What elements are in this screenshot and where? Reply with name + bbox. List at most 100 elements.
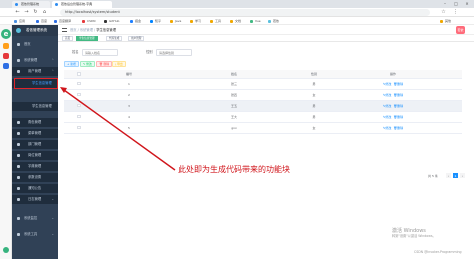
bookmark-item[interactable]: 百度翻译 [54,17,71,25]
hamburger-icon[interactable] [62,28,67,32]
breadcrumb-item[interactable]: 系统管理 [80,28,93,32]
row-checkbox[interactable] [64,89,94,101]
row-delete-button[interactable]: 🗑删除 [393,93,403,97]
sidebar-item-home[interactable]: 首页 [12,40,58,49]
table-row[interactable]: 3 王五 男 ✎修改 🗑删除 [64,100,462,112]
sidebar-item-dictionary[interactable]: 字典管理 [12,162,58,171]
sidebar-item-logs[interactable]: 日志管理 ⌄ [12,195,58,204]
cell-actions: ✎修改 🗑删除 [324,122,462,134]
row-checkbox[interactable] [64,122,94,134]
sidebar-item-system[interactable]: 系统管理 ⌃ [12,56,58,65]
table-row[interactable]: 1 张三 男 ✎修改 🗑删除 [64,78,462,90]
bookmark-item[interactable]: 学习 [190,17,201,25]
back-icon[interactable]: ← [14,9,21,16]
menu-icon[interactable]: ⋮ [452,9,459,16]
sex-select[interactable] [156,49,192,56]
row-edit-button[interactable]: ✎修改 [383,126,392,130]
row-delete-button[interactable]: 🗑删除 [393,126,403,130]
name-input[interactable] [82,49,118,56]
sidebar-item-user-management[interactable]: 用户管理 ⌃ [12,67,58,76]
cell-sex: 女 [304,89,324,101]
browser-logo-icon: e [1,29,11,39]
row-delete-button[interactable]: 🗑删除 [393,104,403,108]
sidebar-app-icon[interactable] [3,43,9,49]
delete-button[interactable]: 🗑 删除 [96,61,113,67]
tag-users[interactable]: 用户管理 [128,36,145,41]
bookmark-item[interactable]: 工具 [210,17,221,25]
cell-id: 3 [94,100,164,112]
edit-button[interactable]: ✎ 修改 [80,61,95,67]
sidebar-app-icon[interactable] [3,63,9,69]
breadcrumb-item[interactable]: 首页 [70,28,77,32]
row-delete-button[interactable]: 🗑删除 [393,82,403,86]
bookmark-item[interactable]: 知乎 [150,17,161,25]
minimize-icon[interactable]: – [440,0,450,8]
row-edit-button[interactable]: ✎修改 [383,104,392,108]
maximize-icon[interactable]: □ [451,0,461,8]
chevron-down-icon: ⌄ [51,216,54,220]
sidebar-app-icon[interactable] [3,53,9,59]
dict-icon [17,165,20,168]
sidebar-app-icon[interactable] [3,247,9,253]
sidebar-item-monitor[interactable]: 系统监控 ⌄ [12,214,58,223]
bookmark-item[interactable]: 其他 [440,17,451,25]
bookmark-item[interactable]: Vue [250,17,261,25]
prev-page-icon[interactable]: ‹ [446,173,451,178]
tag-home[interactable]: 首页 [62,36,74,41]
bookmark-item[interactable]: 文档 [230,17,241,25]
tag-codegen[interactable]: 代码生成 [106,36,123,41]
sidebar-item-parameters[interactable]: 参数设置 [12,173,58,182]
row-delete-button[interactable]: 🗑删除 [393,115,403,119]
bookmark-item[interactable]: 百度 [36,17,47,25]
sidebar-item-departments[interactable]: 部门管理 [12,140,58,149]
cell-id: 1 [94,78,164,90]
row-checkbox[interactable] [64,78,94,90]
app-sidebar: 若依管理系统 首页 系统管理 ⌃ 用户管理 ⌃ 学生信息管理 学生信息管理 角色管理… [12,25,58,259]
sidebar-item-tools[interactable]: 系统工具 ⌄ [12,230,58,239]
forward-icon[interactable]: → [23,9,30,16]
export-button[interactable]: ⤓ 导出 [112,61,126,67]
cell-name: gxx [164,122,304,134]
select-all-checkbox[interactable] [64,70,94,79]
bookmark-item[interactable]: 应用 [14,17,25,25]
row-edit-button[interactable]: ✎修改 [383,93,392,97]
url-input[interactable]: http://localhost/system/student [60,9,430,16]
bookmark-item[interactable]: GitHub [104,17,119,25]
add-button[interactable]: + 新增 [64,61,79,67]
sidebar-item-posts[interactable]: 岗位管理 [12,151,58,160]
bookmark-item[interactable]: CSDN [82,17,96,25]
sex-label: 性别 [146,50,153,54]
site-favicon-icon [55,3,58,6]
name-label: 姓名 [72,50,79,54]
row-checkbox[interactable] [64,111,94,123]
chevron-down-icon: ⌄ [51,232,54,236]
page-number[interactable]: 1 [453,173,458,178]
bookmark-item[interactable]: 掘金 [130,17,141,25]
next-page-icon[interactable]: › [460,173,465,178]
avatar[interactable]: 若依 [456,26,465,34]
cell-sex: 男 [304,111,324,123]
sidebar-item-roles[interactable]: 角色管理 [12,118,58,127]
row-edit-button[interactable]: ✎修改 [383,115,392,119]
table-row[interactable]: 2 张四 女 ✎修改 🗑删除 [64,89,462,101]
browser-side-strip: e [0,25,12,259]
reload-icon[interactable]: ↻ [32,9,39,16]
home-icon[interactable]: ⌂ [41,9,48,16]
bookmark-item[interactable]: Java [170,17,181,25]
log-icon [17,198,20,201]
sidebar-item-menus[interactable]: 菜单管理 [12,129,58,138]
browser-tab-active[interactable]: 若依后台管理系统-字典 [52,1,112,8]
row-checkbox[interactable] [64,100,94,112]
role-icon [17,121,20,124]
table-row[interactable]: 4 王大 男 ✎修改 🗑删除 [64,111,462,123]
row-edit-button[interactable]: ✎修改 [383,82,392,86]
sidebar-item-notices[interactable]: 通知公告 [12,184,58,193]
sidebar-item-student-management-2[interactable]: 学生信息管理 [12,102,58,111]
tag-student[interactable]: 学生信息管理 [76,36,98,41]
table-header: 编号 姓名 性别 操作 [64,70,462,79]
table-row[interactable]: 5 gxx 女 ✎修改 🗑删除 [64,122,462,134]
close-window-icon[interactable]: × [462,0,472,8]
browser-tab[interactable]: 若依管理系统 [12,1,50,8]
star-icon[interactable]: ☆ [440,9,447,16]
bookmark-item[interactable]: 若依 [268,17,279,25]
